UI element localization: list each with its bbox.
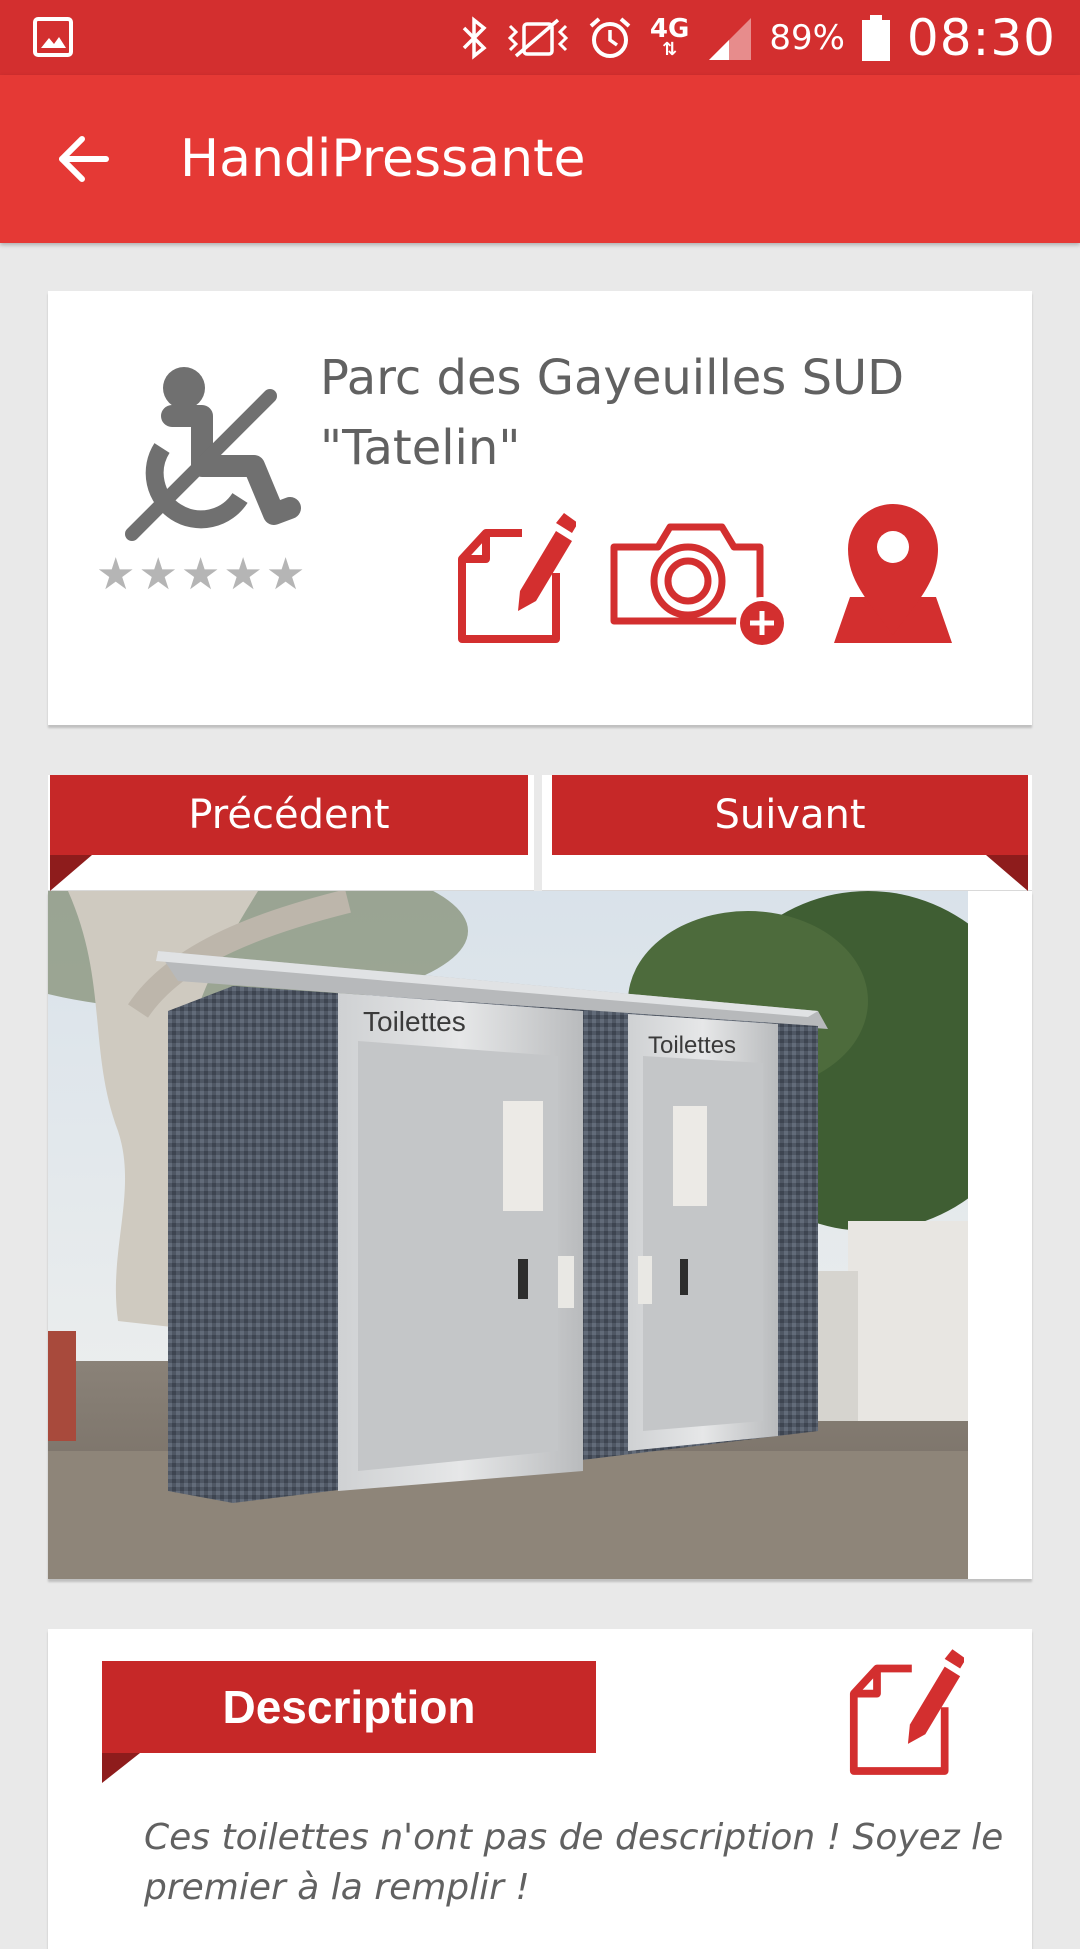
- alarm-icon: [589, 16, 631, 58]
- network-type: 4G ⇅: [649, 13, 690, 60]
- photo-card: Toilettes Toilettes: [48, 891, 1032, 1579]
- battery-icon: [861, 14, 890, 61]
- toilet-photo[interactable]: Toilettes Toilettes: [48, 891, 968, 1579]
- star-icon: ★: [223, 549, 263, 600]
- star-icon: ★: [180, 549, 221, 600]
- status-icons: 4G ⇅ 89% 08:30: [458, 0, 1080, 75]
- ribbon-fold: [102, 1753, 140, 1783]
- description-text: Ces toilettes n'ont pas de description !…: [144, 1817, 1004, 1908]
- bluetooth-icon: [462, 15, 487, 60]
- star-icon: ★: [96, 549, 136, 600]
- photo-sign-left: Toilettes: [363, 1006, 466, 1037]
- ribbon-fold: [986, 855, 1028, 891]
- camera-add-icon[interactable]: [608, 517, 804, 649]
- description-card: Description Ces toilettes n'ont pas de d…: [48, 1629, 1032, 1949]
- place-name: Parc des Gayeuilles SUD "Tatelin": [320, 350, 905, 476]
- edit-note-icon[interactable]: [848, 1649, 964, 1777]
- ribbon-fold: [50, 855, 92, 891]
- status-bar: 4G ⇅ 89% 08:30: [0, 0, 1080, 75]
- previous-button[interactable]: Précédent: [50, 775, 528, 855]
- clock: 08:30: [906, 8, 1056, 67]
- photo-navigation: Précédent Suivant: [48, 775, 1032, 891]
- battery-percent: 89%: [769, 17, 845, 58]
- vibrate-icon: [507, 18, 569, 57]
- place-card: ★ ★ ★ ★ ★ Parc des Gayeuilles SUD "Tatel…: [48, 291, 1032, 725]
- edit-note-icon[interactable]: [456, 513, 576, 645]
- app-title: HandiPressante: [180, 129, 586, 189]
- rating-stars: ★ ★ ★ ★ ★: [96, 553, 305, 597]
- star-icon: ★: [265, 549, 306, 600]
- arrow-left-icon[interactable]: [52, 127, 116, 191]
- photo-sign-right: Toilettes: [648, 1032, 736, 1059]
- description-header: Description: [102, 1661, 596, 1753]
- signal-icon: [709, 17, 752, 60]
- wheelchair-not-accessible-icon: [125, 367, 301, 541]
- app-bar: HandiPressante: [0, 75, 1080, 243]
- star-icon: ★: [138, 549, 178, 600]
- map-pin-icon[interactable]: [828, 501, 958, 645]
- next-button[interactable]: Suivant: [552, 775, 1028, 855]
- gallery-icon: [33, 17, 73, 57]
